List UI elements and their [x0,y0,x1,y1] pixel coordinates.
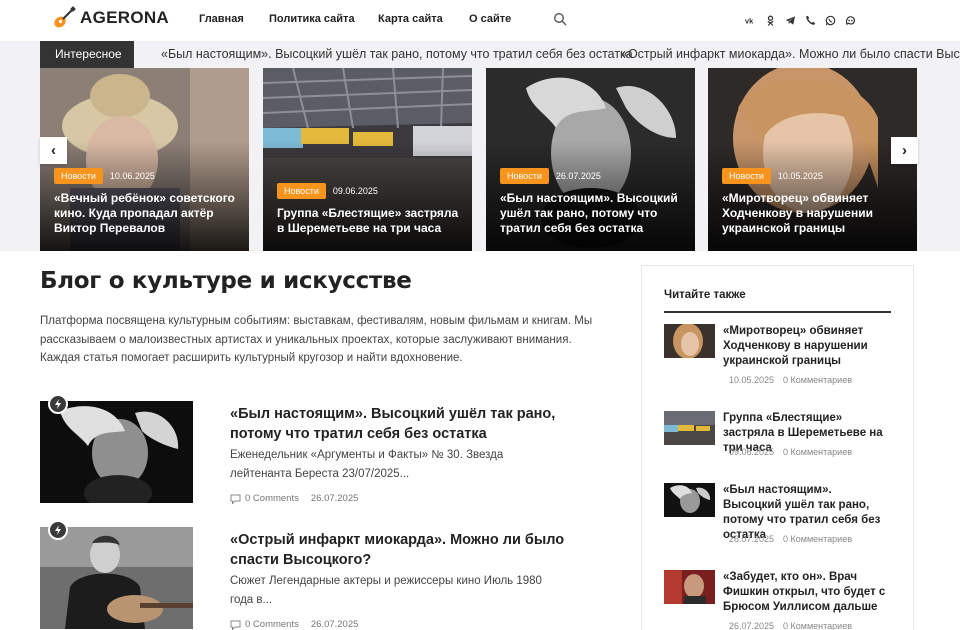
odnoklassniki-icon[interactable] [762,13,778,27]
sidebar-item-date: 09.06.2025 [729,447,775,457]
ticker-label: Интересное [40,41,134,68]
sidebar-image [664,411,715,445]
post-excerpt: Сюжет Легендарные актеры и режиссеры кин… [230,575,542,606]
post-item: «Острый инфаркт миокарда». Можно ли было… [40,520,600,630]
slider-card[interactable]: Новости 26.07.2025 «Был настоящим». Высо… [486,68,695,251]
sidebar-image [664,570,715,604]
sidebar-image [664,324,715,358]
card-meta: Новости 26.07.2025 [500,168,601,184]
card-date: 10.05.2025 [777,171,823,181]
slider-card[interactable]: Новости 10.06.2025 «Вечный ребёнок» сове… [40,68,249,251]
comment-icon [230,494,241,504]
site-header: AGERONA Главная Политика сайта Карта сай… [0,0,960,41]
svg-text:vk: vk [745,16,754,25]
slider-prev-button[interactable]: ‹ [40,137,67,164]
card-date: 10.06.2025 [109,171,155,181]
vk-icon[interactable]: vk [742,13,758,27]
lightning-icon [48,394,68,414]
category-badge[interactable]: Новости [722,168,771,184]
search-icon[interactable] [553,12,567,26]
guitar-logo-icon [54,6,76,28]
sidebar-item-title[interactable]: «Забудет, кто он». Врач Фишкин открыл, ч… [723,570,893,615]
category-badge[interactable]: Новости [500,168,549,184]
sidebar-title: Читайте также [664,289,746,301]
news-ticker: Интересное «Был настоящим». Высоцкий ушё… [0,41,960,68]
featured-slider: Новости 10.06.2025 «Вечный ребёнок» сове… [0,68,960,251]
site-logo[interactable]: AGERONA [52,6,169,30]
card-title[interactable]: Группа «Блестящие» застряла в Шереметьев… [277,206,464,236]
social-links: vk [742,13,862,27]
sidebar-item-title[interactable]: «Миротворец» обвиняет Ходченкову в наруш… [723,324,893,369]
slider-card[interactable]: Новости 09.06.2025 Группа «Блестящие» за… [263,68,472,251]
post-title[interactable]: «Острый инфаркт миокарда». Можно ли было… [230,530,570,570]
sidebar-divider [664,311,891,313]
nav-policy[interactable]: Политика сайта [269,13,355,25]
card-meta: Новости 09.06.2025 [277,183,378,199]
ticker-item[interactable]: «Острый инфаркт миокарда». Можно ли было… [621,41,960,68]
card-date: 26.07.2025 [555,171,601,181]
sidebar-thumbnail[interactable] [664,483,715,517]
sidebar-item-comments[interactable]: 0 Комментариев [783,375,852,385]
lightning-icon [48,520,68,540]
nav-sitemap[interactable]: Карта сайта [378,13,443,25]
post-title[interactable]: «Был настоящим». Высоцкий ушёл так рано,… [230,404,570,444]
comment-icon [230,620,241,630]
slider-card[interactable]: Новости 10.05.2025 «Миротворец» обвиняет… [708,68,917,251]
viber-icon[interactable] [802,13,818,27]
sidebar-item-comments[interactable]: 0 Комментариев [783,447,852,457]
sidebar-thumbnail[interactable] [664,570,715,604]
post-thumbnail[interactable] [40,401,193,503]
intro-text: Платформа посвящена культурным событиям:… [40,315,593,364]
page-title: Блог о культуре и искусстве [40,268,412,294]
sidebar-thumbnail[interactable] [664,411,715,445]
sidebar-item-date: 26.07.2025 [729,621,775,630]
sidebar-item-comments[interactable]: 0 Комментариев [783,534,852,544]
ticker-item[interactable]: «Был настоящим». Высоцкий ушёл так рано,… [161,41,633,68]
card-title[interactable]: «Был настоящим». Высоцкий ушёл так рано,… [500,191,687,236]
sidebar-thumbnail[interactable] [664,324,715,358]
sidebar-item-comments[interactable]: 0 Комментариев [783,621,852,630]
post-meta: 0 Comments 26.07.2025 [230,619,358,630]
category-badge[interactable]: Новости [277,183,326,199]
sidebar-item-meta: 26.07.2025 0 Комментариев [729,621,852,630]
post-date: 26.07.2025 [310,493,359,504]
sidebar-image [664,483,715,517]
nav-home[interactable]: Главная [199,13,244,25]
sidebar-item-date: 26.07.2025 [729,534,775,544]
post-thumbnail[interactable] [40,527,193,629]
post-date: 26.07.2025 [310,619,359,630]
nav-about[interactable]: О сайте [469,13,511,25]
card-meta: Новости 10.05.2025 [722,168,823,184]
post-image [40,527,193,629]
sidebar-read-also: Читайте также «Миротворец» обвиняет Ходч… [641,265,914,630]
whatsapp-icon[interactable] [822,13,838,27]
max-icon[interactable] [842,13,858,27]
slider-next-button[interactable]: › [891,137,918,164]
card-date: 09.06.2025 [332,186,378,196]
post-comments[interactable]: 0 Comments [245,619,299,630]
post-excerpt: Еженедельник «Аргументы и Факты» № 30. З… [230,449,504,480]
card-title[interactable]: «Миротворец» обвиняет Ходченкову в наруш… [722,191,909,236]
post-comments[interactable]: 0 Comments [245,493,299,504]
post-item: «Был настоящим». Высоцкий ушёл так рано,… [40,394,600,511]
category-badge[interactable]: Новости [54,168,103,184]
card-title[interactable]: «Вечный ребёнок» советского кино. Куда п… [54,191,241,236]
logo-text: AGERONA [80,8,169,27]
card-meta: Новости 10.06.2025 [54,168,155,184]
sidebar-item-meta: 26.07.2025 0 Комментариев [729,534,852,544]
post-meta: 0 Comments 26.07.2025 [230,493,358,504]
sidebar-item-date: 10.05.2025 [729,375,775,385]
sidebar-item-meta: 09.06.2025 0 Комментариев [729,447,852,457]
telegram-icon[interactable] [782,13,798,27]
post-image [40,401,193,503]
sidebar-item-meta: 10.05.2025 0 Комментариев [729,375,852,385]
